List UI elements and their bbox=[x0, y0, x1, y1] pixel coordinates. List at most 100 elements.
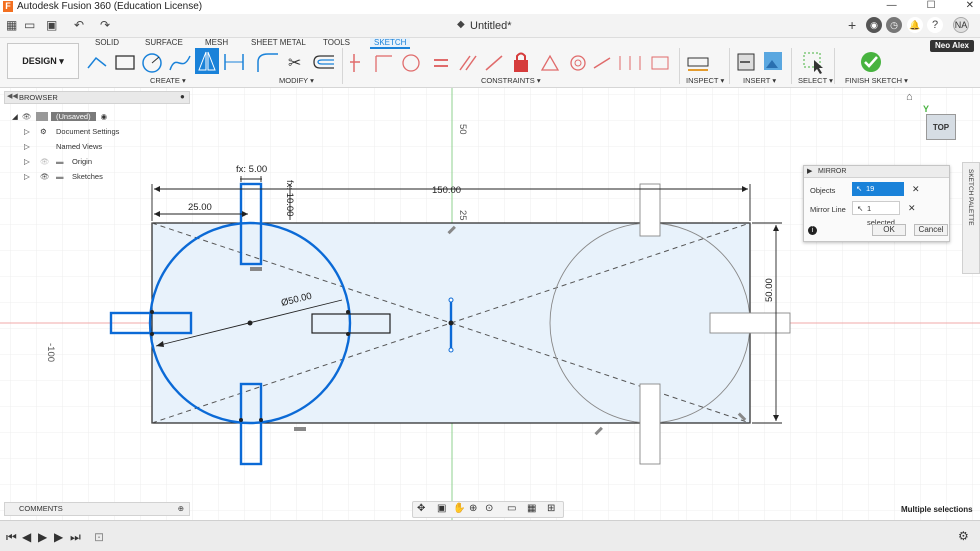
concentric-icon[interactable] bbox=[402, 54, 420, 72]
modify-group-label[interactable]: MODIFY ▾ bbox=[279, 76, 314, 85]
smooth-icon[interactable] bbox=[593, 57, 611, 69]
go-to-start-icon[interactable]: ⏮ bbox=[6, 530, 17, 545]
dialog-collapse-icon[interactable]: ▶ bbox=[807, 166, 812, 178]
create-group-label[interactable]: CREATE ▾ bbox=[150, 76, 186, 85]
insert-derive-icon[interactable] bbox=[737, 53, 755, 71]
add-comment-icon[interactable]: ⊕ bbox=[178, 503, 184, 515]
cancel-button[interactable]: Cancel bbox=[914, 224, 948, 236]
insert-group-label[interactable]: INSERT ▾ bbox=[743, 76, 776, 85]
trim-tool-icon[interactable]: ✂ bbox=[288, 53, 301, 72]
slot-depth-dimension[interactable]: fx: 10.00 bbox=[284, 180, 295, 216]
browser-header[interactable]: BROWSER bbox=[4, 91, 190, 104]
tab-surface[interactable]: SURFACE bbox=[145, 38, 183, 47]
line-tool-icon[interactable] bbox=[87, 56, 107, 69]
select-group-label[interactable]: SELECT ▾ bbox=[798, 76, 833, 85]
workspace-switcher[interactable]: DESIGN ▾ bbox=[7, 43, 79, 79]
job-status-icon[interactable]: ◷ bbox=[886, 17, 902, 33]
document-tab-title[interactable]: Untitled* bbox=[470, 20, 512, 32]
extensions-icon[interactable]: ◉ bbox=[866, 17, 882, 33]
help-icon[interactable]: ? bbox=[927, 17, 943, 33]
expand-triangle-icon[interactable]: ▷ bbox=[24, 127, 40, 136]
collinear-icon[interactable] bbox=[375, 55, 392, 72]
offset-tool-icon[interactable] bbox=[313, 55, 334, 69]
spline-tool-icon[interactable] bbox=[169, 55, 191, 71]
minimize-icon[interactable]: — bbox=[887, 0, 897, 11]
maximize-icon[interactable]: ☐ bbox=[927, 0, 936, 11]
select-icon[interactable] bbox=[803, 52, 823, 74]
dimension-tool-icon[interactable] bbox=[224, 54, 244, 70]
home-view-icon[interactable]: ⌂ bbox=[906, 91, 913, 103]
pan-hand-icon[interactable]: ✋ bbox=[453, 503, 465, 514]
inspect-group-label[interactable]: INSPECT ▾ bbox=[686, 76, 724, 85]
capture-position-icon[interactable]: ▣ bbox=[437, 503, 446, 514]
tangent-icon[interactable] bbox=[570, 55, 586, 71]
tab-tools[interactable]: TOOLS bbox=[323, 38, 350, 47]
go-to-end-icon[interactable]: ⏭ bbox=[70, 530, 81, 545]
mirror-line-endpoint[interactable] bbox=[448, 347, 454, 353]
finish-sketch-check-icon[interactable] bbox=[861, 52, 881, 72]
panel-pin-icon[interactable]: ● bbox=[180, 92, 185, 101]
collapse-triangle-icon[interactable]: ◢ bbox=[12, 112, 22, 121]
view-cube-face[interactable]: TOP bbox=[926, 114, 956, 140]
overall-width-dimension[interactable]: 150.00 bbox=[432, 185, 461, 196]
expand-triangle-icon[interactable]: ▷ bbox=[24, 157, 40, 166]
height-dimension[interactable]: 50.00 bbox=[764, 278, 775, 302]
clear-mirror-line-icon[interactable]: ✕ bbox=[908, 203, 916, 214]
fillet-tool-icon[interactable] bbox=[257, 53, 278, 72]
visibility-eye-icon[interactable]: 👁 bbox=[40, 172, 56, 181]
sketch-palette-tab[interactable]: SKETCH PALETTE bbox=[962, 162, 980, 274]
ok-button[interactable]: OK bbox=[872, 224, 906, 236]
finish-sketch-label[interactable]: FINISH SKETCH ▾ bbox=[845, 76, 908, 85]
fit-zoom-icon[interactable]: ⊙ bbox=[485, 503, 493, 514]
visibility-eye-icon[interactable]: 👁 bbox=[22, 112, 36, 121]
curvature-icon[interactable] bbox=[651, 56, 669, 70]
mirror-tool-icon[interactable] bbox=[195, 48, 219, 74]
left-offset-dimension[interactable]: 25.00 bbox=[188, 202, 212, 213]
constraints-group-label[interactable]: CONSTRAINTS ▾ bbox=[481, 76, 541, 85]
zoom-icon[interactable]: ⊕ bbox=[469, 503, 477, 514]
activate-radio-icon[interactable]: ◉ bbox=[101, 112, 108, 121]
tab-solid[interactable]: SOLID bbox=[95, 38, 119, 47]
tab-sheet-metal[interactable]: SHEET METAL bbox=[251, 38, 306, 47]
viewports-icon[interactable]: ⊞ bbox=[547, 503, 555, 514]
browser-root[interactable]: ◢ 👁 (Unsaved) ◉ bbox=[12, 109, 107, 123]
mirror-line-selection-button[interactable]: ↖ 1 selected bbox=[852, 201, 900, 227]
browser-item-named-views[interactable]: ▷ Named Views bbox=[24, 139, 102, 153]
step-forward-icon[interactable]: ▶ bbox=[54, 530, 63, 544]
undo-icon[interactable]: ↶ bbox=[74, 18, 84, 32]
clear-objects-icon[interactable]: ✕ bbox=[912, 184, 920, 195]
perpendicular-icon[interactable] bbox=[485, 55, 503, 71]
browser-item-document-settings[interactable]: ▷ ⚙ Document Settings bbox=[24, 124, 119, 138]
save-icon[interactable]: ▣ bbox=[46, 18, 57, 32]
equal-icon[interactable] bbox=[434, 59, 448, 67]
info-icon[interactable]: i bbox=[808, 226, 817, 235]
midpoint-icon[interactable] bbox=[540, 54, 560, 71]
file-icon[interactable]: ▭ bbox=[24, 18, 35, 32]
grid-settings-icon[interactable]: ▦ bbox=[527, 503, 536, 514]
slot-width-dimension[interactable]: fx: 5.00 bbox=[236, 164, 267, 175]
mirror-line-endpoint[interactable] bbox=[448, 297, 454, 303]
coincident-icon[interactable] bbox=[350, 54, 360, 72]
parallel-icon[interactable] bbox=[459, 55, 477, 71]
browser-item-origin[interactable]: ▷ 👁 ▬ Origin bbox=[24, 154, 92, 168]
fix-lock-icon[interactable] bbox=[514, 52, 528, 73]
measure-icon[interactable] bbox=[687, 57, 709, 71]
user-avatar[interactable]: NA bbox=[953, 17, 969, 33]
timeline-sketch-marker-icon[interactable]: ⊡ bbox=[94, 530, 104, 544]
redo-icon[interactable]: ↷ bbox=[100, 18, 110, 32]
rectangle-tool-icon[interactable] bbox=[115, 55, 135, 70]
expand-triangle-icon[interactable]: ▷ bbox=[24, 172, 40, 181]
insert-image-icon[interactable] bbox=[764, 52, 782, 70]
expand-triangle-icon[interactable]: ▷ bbox=[24, 142, 40, 151]
objects-selection-button[interactable]: ↖ 19 selected bbox=[852, 182, 904, 207]
timeline-settings-gear-icon[interactable]: ⚙ bbox=[958, 529, 969, 543]
notifications-bell-icon[interactable]: 🔔 bbox=[907, 17, 923, 33]
comments-panel[interactable]: COMMENTS ⊕ bbox=[4, 502, 190, 516]
new-tab-plus-icon[interactable]: + bbox=[848, 17, 856, 33]
close-window-icon[interactable]: ✕ bbox=[966, 0, 974, 11]
symmetry-icon[interactable] bbox=[619, 56, 641, 70]
view-cube[interactable]: TOP Y bbox=[922, 104, 962, 144]
visibility-eye-icon[interactable]: 👁 bbox=[40, 157, 56, 166]
circle-tool-icon[interactable] bbox=[142, 53, 162, 73]
orbit-icon[interactable]: ✥ bbox=[417, 503, 425, 514]
